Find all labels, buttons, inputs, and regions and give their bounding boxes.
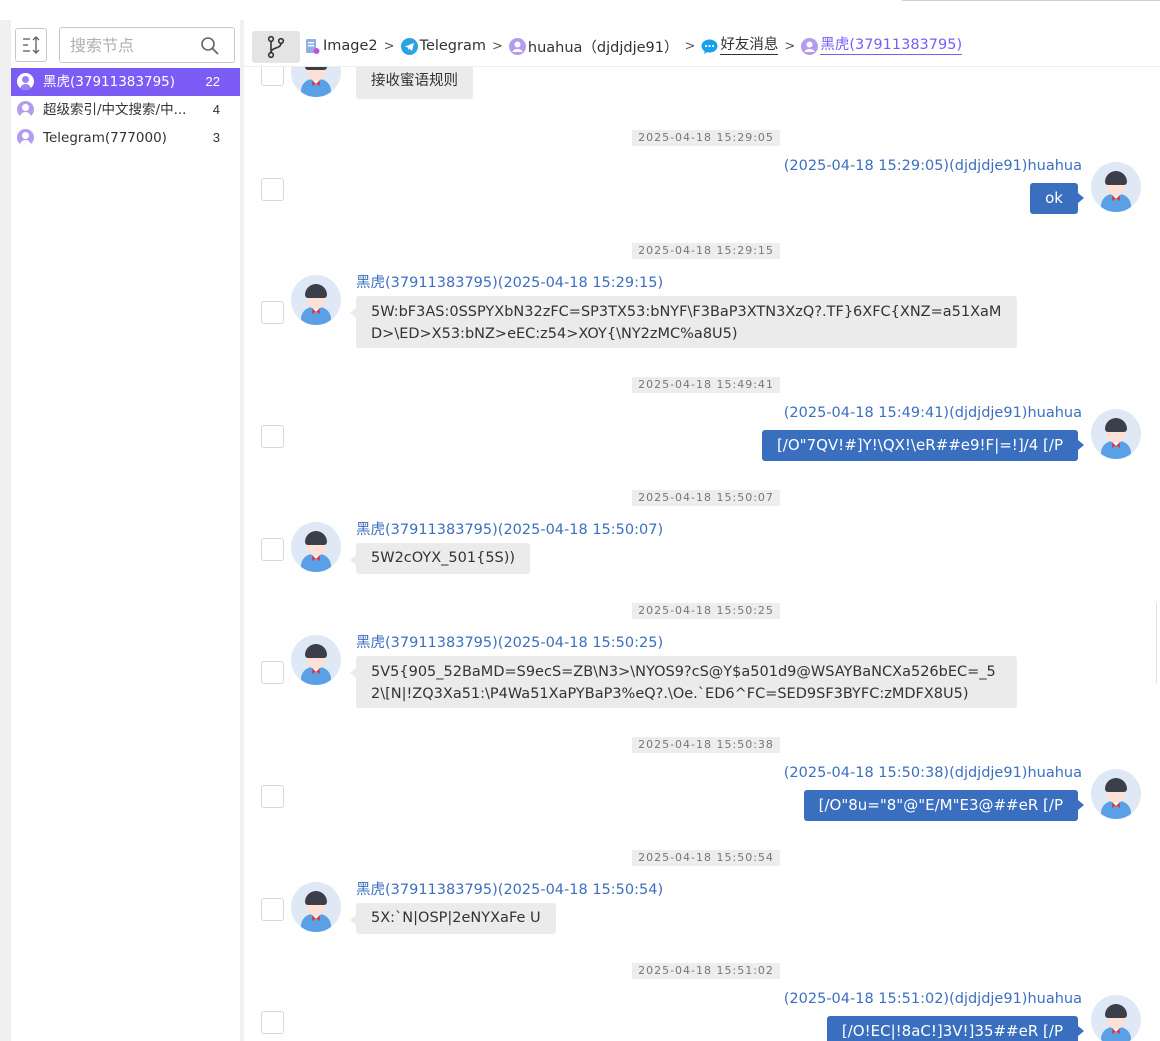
- sender-name: 黑虎(37911383795)(2025-04-18 15:50:25): [356, 635, 664, 651]
- message-bubble: 5X:`N|OSP|2eNYXaFe U: [350, 903, 556, 934]
- message-bubble: ok: [1030, 183, 1084, 214]
- chevron-right-icon: >: [492, 38, 503, 54]
- user-avatar-icon: [508, 37, 526, 55]
- contact-avatar: [291, 275, 341, 325]
- chat-message-list[interactable]: 接收蜜语规则 2025-04-18 15:29:05 (2025-04-18 1…: [244, 67, 1160, 1041]
- message-timestamp: 2025-04-18 15:50:25: [632, 603, 780, 619]
- sort-icon: [23, 36, 40, 54]
- breadcrumb-item-friend-messages[interactable]: 好友消息 >: [701, 37, 801, 55]
- message-timestamp: 2025-04-18 15:49:41: [632, 377, 780, 393]
- breadcrumb-item-image2[interactable]: Image2 >: [304, 38, 401, 55]
- sender-name: 黑虎(37911383795)(2025-04-18 15:50:54): [356, 882, 664, 898]
- contact-avatar: [291, 635, 341, 685]
- breadcrumb-item-telegram[interactable]: Telegram >: [400, 37, 509, 55]
- telegram-icon: [400, 37, 418, 55]
- breadcrumb-item-huahua[interactable]: huahua（djdjdje91） >: [508, 36, 702, 57]
- user-avatar-icon: [17, 101, 34, 118]
- message-checkbox[interactable]: [261, 1011, 284, 1034]
- chevron-right-icon: >: [784, 38, 796, 54]
- message-bubble: [/O"7QV!#]Y!\QX!\eR##e9!F|=!]/4 [/P: [761, 430, 1085, 461]
- self-avatar: [1091, 409, 1141, 459]
- tree-item-label: 超级索引/中文搜索/中...: [43, 102, 187, 118]
- breadcrumb: Image2 > Telegram > huahua（djdjdje91） >: [304, 31, 963, 61]
- node-tree: 黑虎(37911383795) 22 超级索引/中文搜索/中... 4 Tele…: [11, 68, 240, 152]
- breadcrumb-item-heihu[interactable]: 黑虎(37911383795): [801, 37, 963, 55]
- message-bubble: 5W2cOYX_501{5S)): [349, 543, 531, 574]
- tree-item-count: 22: [205, 74, 220, 89]
- scrollbar-track[interactable]: [1156, 603, 1160, 683]
- message-timestamp: 2025-04-18 15:50:07: [632, 490, 780, 506]
- user-avatar-icon: [801, 37, 819, 55]
- message-checkbox[interactable]: [261, 301, 284, 324]
- top-divider: [902, 0, 1160, 1]
- breadcrumb-bar: Image2 > Telegram > huahua（djdjdje91） >: [244, 20, 1160, 67]
- message-checkbox[interactable]: [261, 538, 284, 561]
- sender-name: (2025-04-18 15:29:05)(djdjdje91)huahua: [783, 158, 1082, 174]
- node-search-input[interactable]: [70, 35, 195, 55]
- message-timestamp: 2025-04-18 15:50:38: [632, 737, 780, 753]
- sender-name: (2025-04-18 15:49:41)(djdjdje91)huahua: [783, 405, 1082, 421]
- self-avatar: [1091, 995, 1141, 1041]
- self-avatar: [1091, 769, 1141, 819]
- message-checkbox[interactable]: [261, 898, 284, 921]
- tree-item-super-index[interactable]: 超级索引/中文搜索/中... 4: [11, 96, 240, 124]
- message-checkbox[interactable]: [261, 425, 284, 448]
- sort-toggle-button[interactable]: [15, 28, 47, 62]
- message-timestamp: 2025-04-18 15:29:05: [632, 130, 780, 146]
- tree-item-heihu[interactable]: 黑虎(37911383795) 22: [11, 68, 240, 96]
- message-checkbox[interactable]: [261, 178, 284, 201]
- branch-icon: [267, 35, 285, 59]
- user-avatar-icon: [17, 129, 34, 146]
- contact-avatar: [291, 522, 341, 572]
- message-checkbox[interactable]: [261, 67, 284, 86]
- self-avatar: [1091, 162, 1141, 212]
- search-icon[interactable]: [200, 36, 220, 56]
- sender-name: 黑虎(37911383795)(2025-04-18 15:50:07): [356, 522, 664, 538]
- contact-avatar: [291, 67, 341, 97]
- tree-item-count: 3: [212, 130, 220, 145]
- message-bubble: [/O"8u="8"@"E/M"E3@##eR [/P: [803, 790, 1085, 821]
- message-bubble: 接收蜜语规则: [356, 67, 473, 99]
- message-checkbox[interactable]: [261, 661, 284, 684]
- tree-item-label: Telegram(777000): [43, 130, 167, 146]
- chevron-right-icon: >: [684, 38, 696, 54]
- message-timestamp: 2025-04-18 15:51:02: [632, 963, 780, 979]
- node-search-box[interactable]: [59, 27, 235, 63]
- tree-item-label: 黑虎(37911383795): [43, 74, 176, 90]
- contact-avatar: [291, 882, 341, 932]
- sender-name: (2025-04-18 15:51:02)(djdjdje91)huahua: [783, 991, 1082, 1007]
- sender-name: (2025-04-18 15:50:38)(djdjdje91)huahua: [783, 765, 1082, 781]
- chat-bubble-icon: [701, 39, 718, 54]
- tree-item-telegram[interactable]: Telegram(777000) 3: [11, 124, 240, 152]
- message-bubble: 5W:bF3AS:0SSPYXbN32zFC=SP3TX53:bNYF\F3Ba…: [350, 296, 1017, 348]
- chevron-right-icon: >: [383, 38, 395, 54]
- message-timestamp: 2025-04-18 15:29:15: [632, 243, 780, 259]
- image-file-icon: [306, 38, 320, 54]
- user-avatar-icon: [17, 73, 34, 90]
- main-panel: Image2 > Telegram > huahua（djdjdje91） >: [244, 20, 1160, 1041]
- branch-button[interactable]: [252, 31, 300, 63]
- window-top-strip: [0, 0, 1160, 20]
- tree-item-count: 4: [212, 102, 220, 117]
- message-bubble: [/O!EC|!8aC!]3V!]35##eR [/P: [826, 1016, 1085, 1041]
- message-checkbox[interactable]: [261, 785, 284, 808]
- sidebar: 黑虎(37911383795) 22 超级索引/中文搜索/中... 4 Tele…: [11, 20, 240, 1041]
- sender-name: 黑虎(37911383795)(2025-04-18 15:29:15): [356, 275, 664, 291]
- message-timestamp: 2025-04-18 15:50:54: [632, 850, 780, 866]
- message-bubble: 5V5{905_52BaMD=S9ecS=ZB\N3>\NYOS9?cS@Y$a…: [350, 656, 1017, 708]
